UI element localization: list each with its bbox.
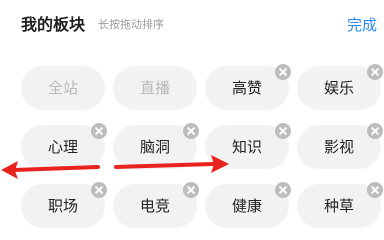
tile-psychology[interactable]: 心理 (21, 123, 107, 169)
close-icon[interactable] (91, 182, 107, 198)
tile-esports[interactable]: 电竞 (113, 182, 199, 228)
close-icon[interactable] (275, 182, 291, 198)
close-icon[interactable] (367, 64, 383, 80)
close-icon[interactable] (367, 123, 383, 139)
close-icon[interactable] (367, 182, 383, 198)
tile-entertainment[interactable]: 娱乐 (297, 64, 383, 110)
tile-workplace[interactable]: 职场 (21, 182, 107, 228)
tile-health[interactable]: 健康 (205, 182, 291, 228)
close-icon[interactable] (275, 123, 291, 139)
tile-film-tv[interactable]: 影视 (297, 123, 383, 169)
tile-label: 全站 (47, 79, 78, 97)
close-icon[interactable] (183, 123, 199, 139)
tile-live: 直播 (113, 66, 197, 110)
close-icon[interactable] (91, 123, 107, 139)
tile-recommendations[interactable]: 种草 (297, 182, 383, 228)
close-icon[interactable] (183, 182, 199, 198)
tile-knowledge[interactable]: 知识 (205, 123, 291, 169)
close-icon[interactable] (275, 64, 291, 80)
tile-grid: 全站 直播 高赞 娱乐 心理 脑洞 知识 影视 职场 电竞 健康 种草 (0, 0, 384, 233)
tile-top-liked[interactable]: 高赞 (205, 64, 291, 110)
tile-all: 全站 (21, 66, 105, 110)
tile-label: 直播 (139, 79, 170, 97)
tile-imagination[interactable]: 脑洞 (113, 123, 199, 169)
